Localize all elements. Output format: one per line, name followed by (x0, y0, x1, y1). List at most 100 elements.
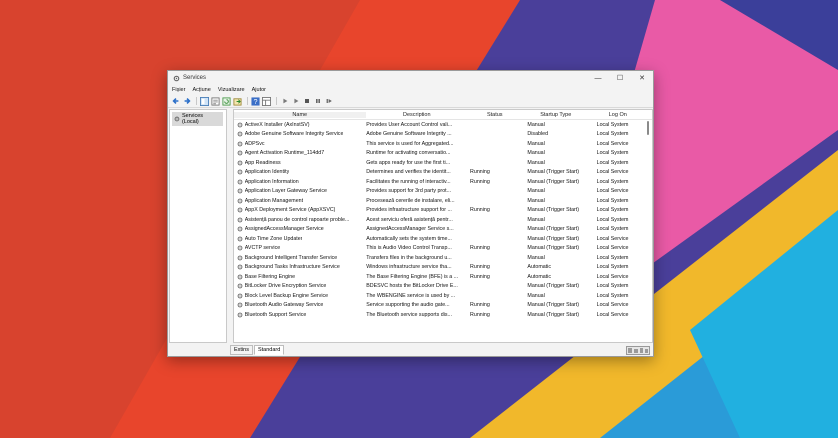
table-row[interactable]: Application Layer Gateway Service Provide… (234, 187, 652, 197)
console-tree-icon[interactable] (200, 96, 209, 106)
service-description: The Base Filtering Engine (BFE) is a ... (366, 273, 459, 280)
service-name-cell: ActiveX Installer (AxInstSV) (234, 122, 364, 128)
service-log-on: Local System (596, 283, 629, 290)
service-name-cell: Base Filtering Engine (234, 274, 364, 280)
service-log-on: Local Service (596, 273, 629, 280)
service-description: Provides support for 3rd party prot... (366, 188, 452, 195)
column-header-log-on[interactable]: Log On (590, 112, 646, 118)
service-log-on: Local System (596, 131, 629, 138)
table-row[interactable]: ActiveX Installer (AxInstSV) Provides Use… (234, 120, 652, 130)
service-startup-type: Manual (Trigger Start) (527, 283, 580, 290)
status-indicator (626, 346, 650, 355)
service-log-on: Local System (596, 197, 629, 204)
service-description: Facilitates the running of interactiv... (366, 178, 451, 185)
tab-extended[interactable]: Extins (230, 345, 253, 355)
table-row[interactable]: Agent Activation Runtime_114dd7 Runtime f… (234, 149, 652, 159)
service-name-cell: Agent Activation Runtime_114dd7 (234, 150, 364, 156)
table-row[interactable]: Bluetooth Support Service The Bluetooth s… (234, 310, 652, 320)
tab-standard[interactable]: Standard (253, 345, 285, 355)
column-header-startup-type[interactable]: Startup Type (522, 112, 590, 118)
show-hide-icon[interactable] (262, 96, 271, 106)
close-button[interactable]: ✕ (631, 71, 653, 85)
service-startup-type: Manual (Trigger Start) (527, 207, 580, 214)
service-gear-icon (234, 131, 245, 137)
service-status: Running (470, 302, 490, 309)
restart-icon[interactable] (324, 97, 333, 106)
menu-view[interactable]: Vizualizare (218, 87, 245, 93)
table-row[interactable]: Bluetooth Audio Gateway Service Service s… (234, 301, 652, 311)
service-description: Gets apps ready for use the first ti... (366, 159, 451, 166)
service-gear-icon (234, 122, 245, 128)
menu-file[interactable]: Fișier (172, 87, 185, 93)
column-header-status[interactable]: Status (468, 112, 522, 118)
service-description: Procesează cererile de instalare, eli... (366, 197, 455, 204)
service-status: Running (470, 178, 490, 185)
service-name-cell: Application Information (234, 179, 364, 185)
service-name: Base Filtering Engine (244, 273, 296, 280)
start-alt-icon[interactable] (291, 97, 300, 106)
table-row[interactable]: Application Information Facilitates the r… (234, 177, 652, 187)
column-header-name[interactable]: Name (233, 111, 366, 118)
table-row[interactable]: Application Identity Determines and verif… (234, 168, 652, 178)
maximize-button[interactable]: ☐ (609, 71, 631, 85)
service-name-cell: ADPSvc (234, 141, 364, 147)
export-icon[interactable] (233, 97, 242, 106)
table-row[interactable]: Auto Time Zone Updater Automatically sets… (234, 234, 652, 244)
menu-help[interactable]: Ajutor (252, 87, 266, 93)
table-row[interactable]: AssignedAccessManager Service AssignedAcc… (234, 225, 652, 235)
service-name: Application Layer Gateway Service (244, 188, 327, 195)
service-name-cell: Asistență panou de control rapoarte prob… (234, 217, 364, 223)
stop-icon[interactable] (302, 97, 311, 106)
table-row[interactable]: AVCTP service This is Audio Video Control… (234, 244, 652, 254)
table-row[interactable]: AppX Deployment Service (AppXSVC) Provide… (234, 206, 652, 216)
service-gear-icon (234, 160, 245, 166)
refresh-icon[interactable] (222, 96, 231, 106)
table-row[interactable]: Background Intelligent Transfer Service T… (234, 253, 652, 263)
service-gear-icon (234, 302, 245, 308)
start-icon[interactable] (280, 97, 289, 106)
table-row[interactable]: Base Filtering Engine The Base Filtering … (234, 272, 652, 282)
service-name: AppX Deployment Service (AppXSVC) (244, 207, 336, 214)
help-icon[interactable]: ? (251, 97, 260, 106)
service-name: Application Information (244, 178, 299, 185)
status-panel-icon (626, 346, 650, 355)
forward-icon[interactable] (182, 97, 191, 106)
table-row[interactable]: Block Level Backup Engine Service The WBE… (234, 291, 652, 301)
services-gear-icon (174, 116, 180, 122)
service-gear-icon (234, 283, 245, 289)
service-name-cell: Application Management (234, 198, 364, 204)
properties-icon[interactable] (211, 96, 220, 106)
vertical-scrollbar[interactable] (645, 119, 652, 342)
service-log-on: Local System (596, 207, 629, 214)
service-gear-icon (234, 226, 245, 232)
title-bar[interactable]: Services — ☐ ✕ (168, 71, 653, 85)
service-description: Windows infrastructure service tha... (366, 264, 452, 271)
back-icon[interactable] (171, 97, 180, 106)
table-row[interactable]: BitLocker Drive Encryption Service BDESVC… (234, 282, 652, 292)
service-description: The WBENGINE service is used by ... (366, 292, 456, 299)
service-description: This service is used for Aggregated... (366, 140, 454, 147)
table-row[interactable]: ADPSvc This service is used for Aggregate… (234, 139, 652, 149)
service-name: BitLocker Drive Encryption Service (244, 283, 327, 290)
service-log-on: Local Service (596, 235, 629, 242)
table-row[interactable]: Adobe Genuine Software Integrity Service… (234, 130, 652, 140)
service-log-on: Local Service (596, 188, 629, 195)
service-description: Provides infrastructure support for ... (366, 207, 452, 214)
service-name: ActiveX Installer (AxInstSV) (244, 121, 310, 128)
pause-icon[interactable] (313, 97, 322, 106)
service-name-cell: AssignedAccessManager Service (234, 226, 364, 232)
table-row[interactable]: App Readiness Gets apps ready for use the… (234, 158, 652, 168)
service-name: Application Identity (244, 169, 290, 176)
service-name-cell: Background Intelligent Transfer Service (234, 255, 364, 261)
services-gear-icon (173, 75, 180, 82)
scrollbar-thumb[interactable] (647, 121, 649, 135)
minimize-button[interactable]: — (587, 71, 609, 85)
table-row[interactable]: Background Tasks Infrastructure Service W… (234, 263, 652, 273)
column-header-description[interactable]: Description (366, 112, 468, 118)
tree-item-services-local[interactable]: Services (Local) (172, 112, 223, 126)
menu-action[interactable]: Acțiune (192, 87, 210, 93)
table-row[interactable]: Asistență panou de control rapoarte prob… (234, 215, 652, 225)
table-row[interactable]: Application Management Procesează cereril… (234, 196, 652, 206)
service-gear-icon (234, 169, 245, 175)
service-status: Running (470, 169, 490, 176)
